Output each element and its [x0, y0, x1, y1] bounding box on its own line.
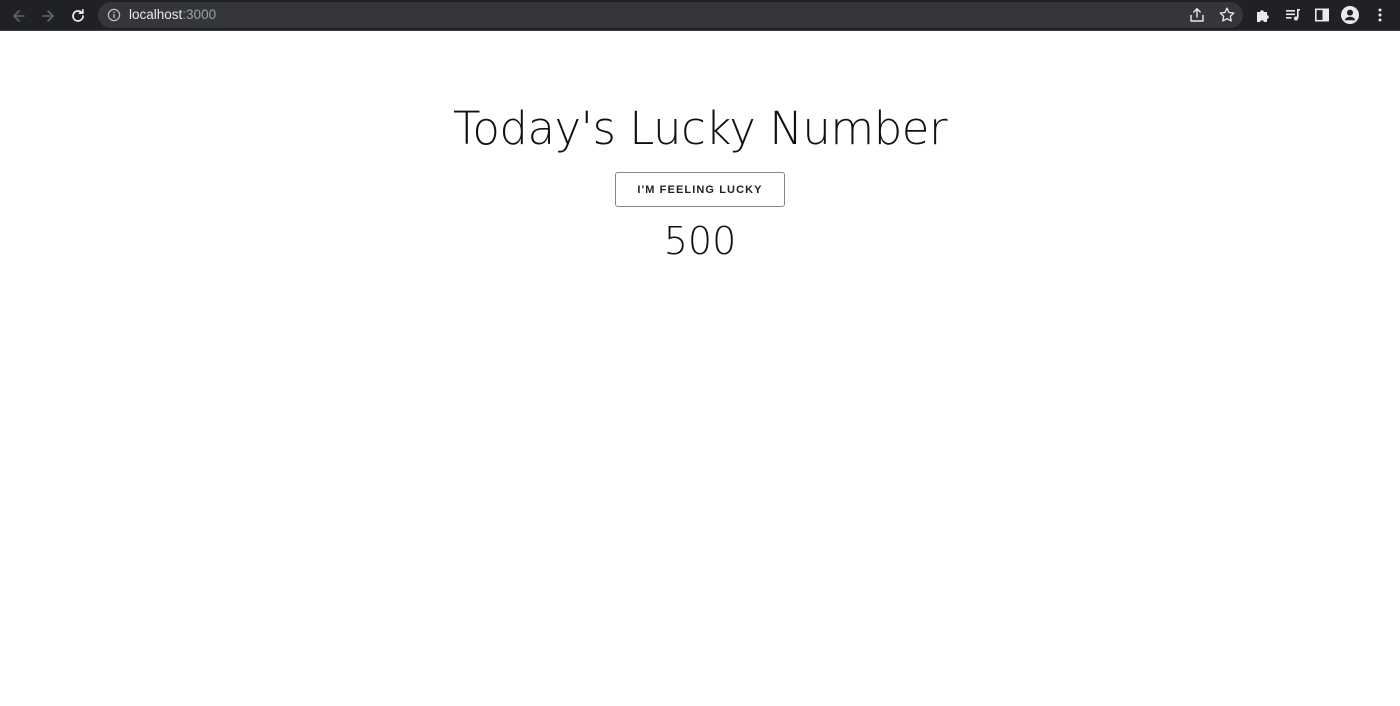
arrow-left-icon [13, 10, 25, 22]
arrow-right-icon [42, 10, 54, 22]
side-panel-icon [1314, 8, 1329, 22]
forward-button[interactable] [35, 3, 61, 29]
star-icon[interactable] [1218, 6, 1236, 24]
menu-button[interactable] [1370, 5, 1390, 25]
page-title: Today's Lucky Number [453, 102, 947, 155]
url-host: localhost [129, 7, 183, 22]
kebab-menu-icon [1378, 8, 1382, 22]
share-icon[interactable] [1188, 6, 1206, 24]
address-bar[interactable]: localhost:3000 [98, 2, 1243, 28]
url-port: :3000 [182, 7, 217, 22]
feeling-lucky-button[interactable]: I'M FEELING LUCKY [615, 172, 785, 207]
url-text[interactable]: localhost:3000 [129, 7, 216, 23]
info-icon[interactable] [107, 8, 121, 22]
back-button[interactable] [6, 3, 32, 29]
puzzle-icon [1257, 10, 1269, 22]
media-button[interactable] [1283, 5, 1303, 25]
media-queue-icon [1286, 9, 1300, 21]
reload-icon [72, 8, 84, 22]
profile-icon [1341, 6, 1359, 24]
browser-toolbar: localhost:3000 [0, 0, 1400, 31]
lucky-number: 500 [663, 219, 737, 263]
side-panel-button[interactable] [1312, 5, 1332, 25]
reload-button[interactable] [65, 3, 91, 29]
profile-button[interactable] [1340, 5, 1360, 25]
page-content: Today's Lucky Number I'M FEELING LUCKY 5… [0, 31, 1400, 706]
extensions-button[interactable] [1253, 5, 1273, 25]
